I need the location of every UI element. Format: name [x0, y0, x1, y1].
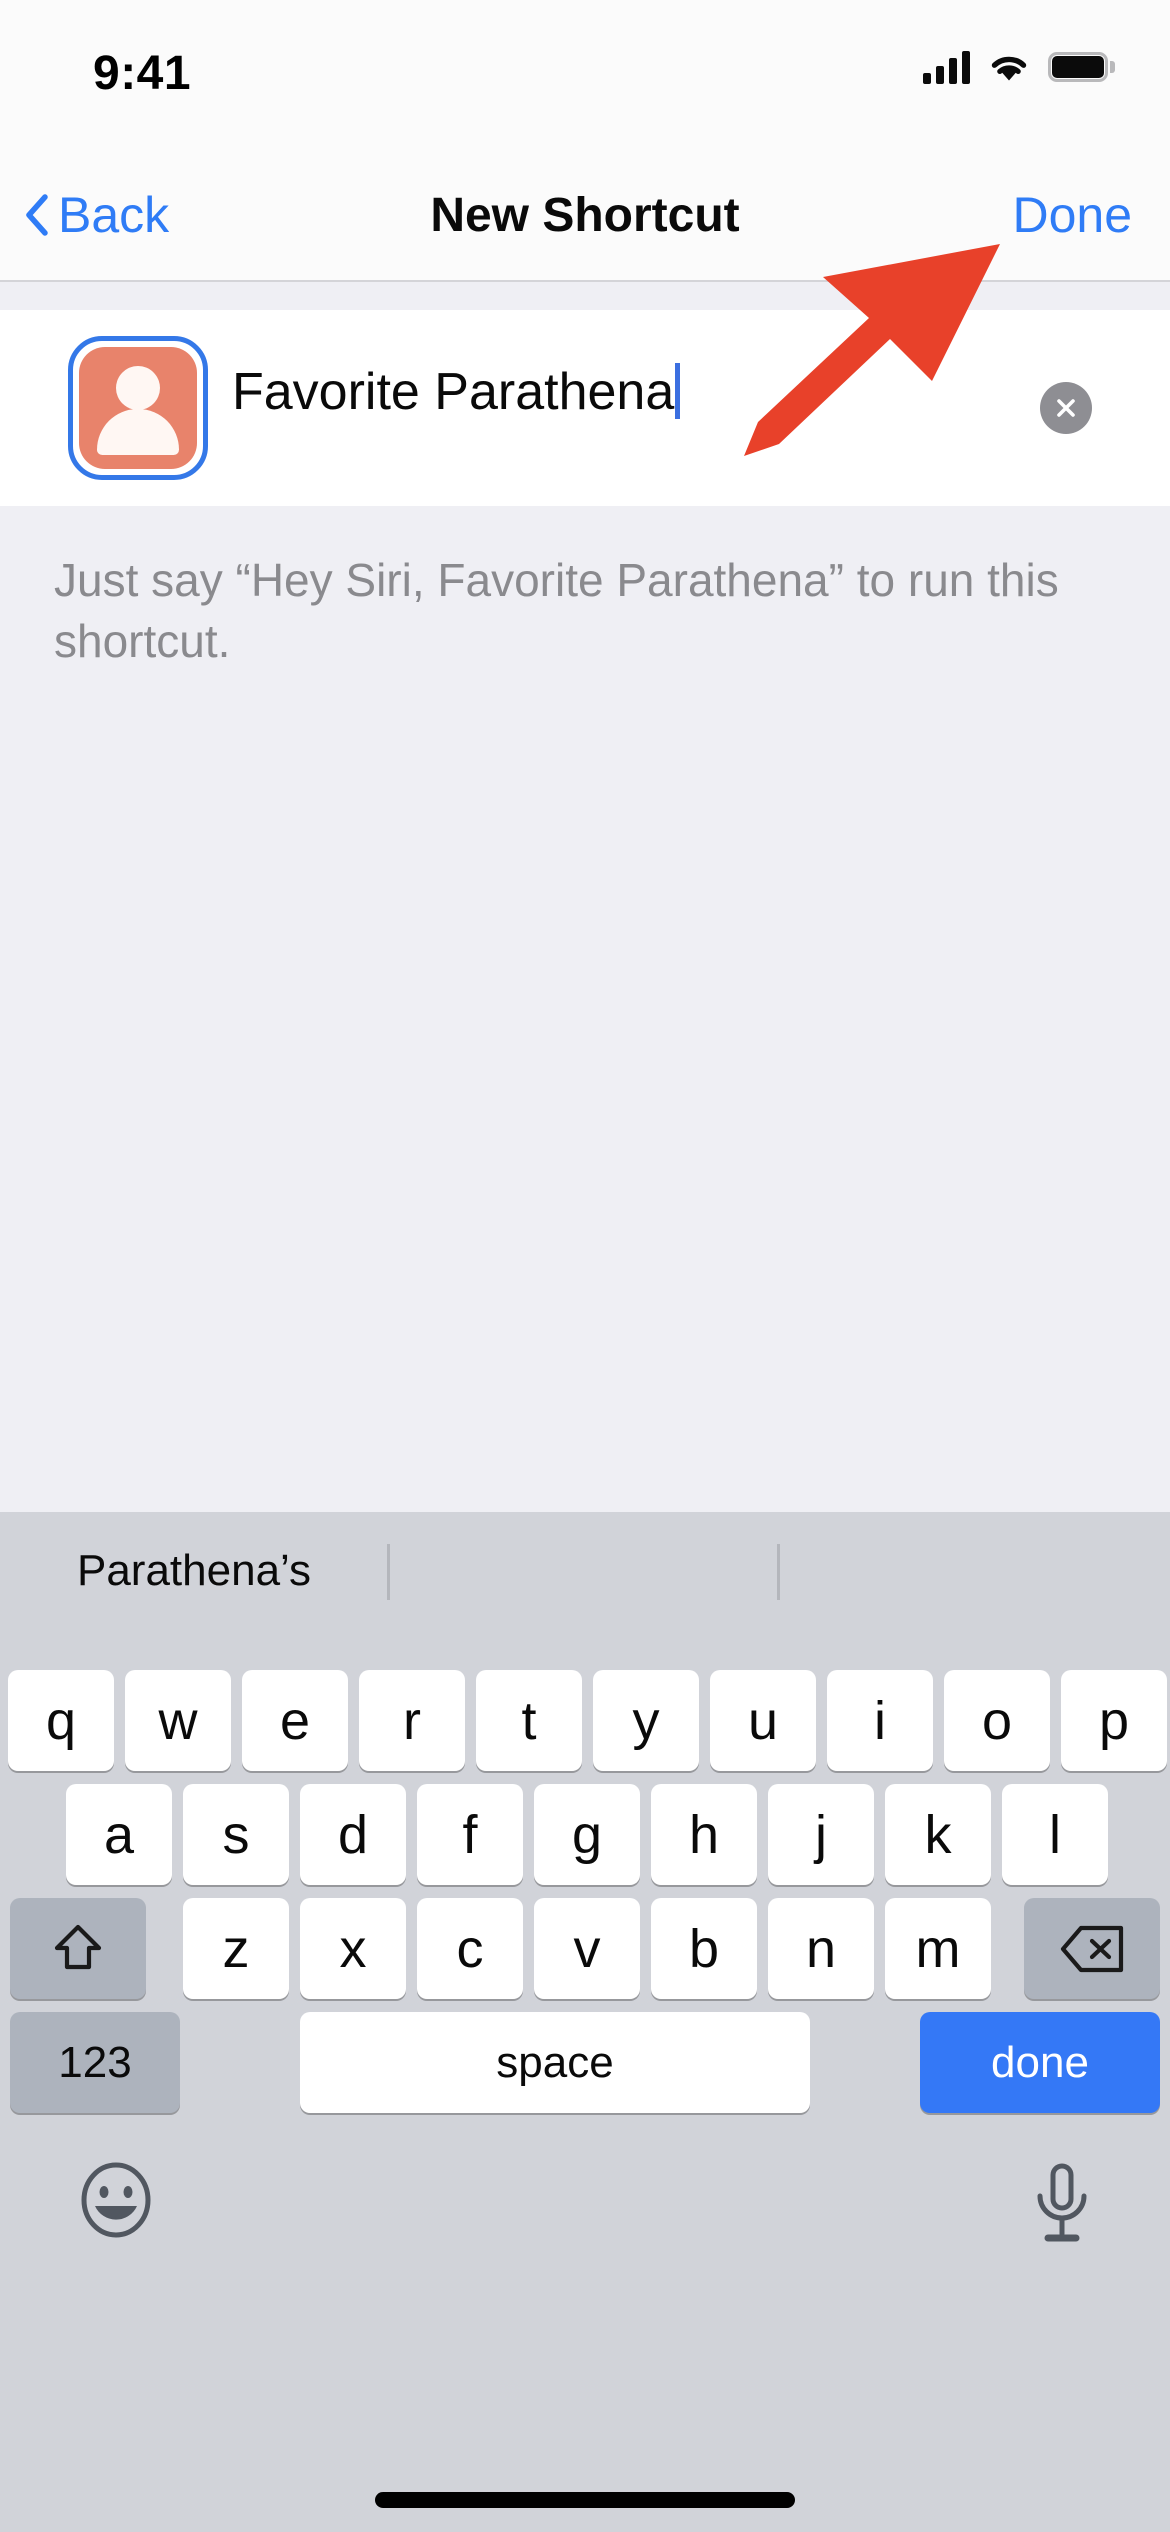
key-a[interactable]: a: [66, 1784, 172, 1885]
key-u[interactable]: u: [710, 1670, 816, 1771]
key-q[interactable]: q: [8, 1670, 114, 1771]
keyboard-row-1: qwertyuiop: [0, 1670, 1170, 1771]
prediction-item-0[interactable]: Parathena’s: [0, 1512, 388, 1630]
key-x[interactable]: x: [300, 1898, 406, 1999]
shortcut-icon-button[interactable]: [68, 336, 208, 480]
key-r[interactable]: r: [359, 1670, 465, 1771]
section-gap: [0, 282, 1170, 310]
backspace-delete-icon: [1060, 1925, 1124, 1972]
prediction-item-2[interactable]: [778, 1512, 1170, 1630]
text-cursor: [675, 363, 681, 419]
shortcut-name-value: Favorite Parathena: [232, 363, 675, 421]
prediction-divider: [777, 1544, 780, 1600]
microphone-icon[interactable]: [1032, 2162, 1092, 2244]
status-bar-time: 9:41: [93, 47, 192, 100]
keyboard-bottom-bar: [0, 2152, 1170, 2292]
prediction-item-1[interactable]: [388, 1512, 778, 1630]
key-o[interactable]: o: [944, 1670, 1050, 1771]
shortcut-name-input[interactable]: Favorite Parathena: [232, 362, 681, 422]
key-y[interactable]: y: [593, 1670, 699, 1771]
keyboard-row-3: zxcvbnm: [0, 1898, 1170, 1999]
space-key[interactable]: space: [300, 2012, 810, 2113]
cellular-signal-icon: [923, 50, 970, 84]
shift-key[interactable]: [10, 1898, 146, 1999]
key-i[interactable]: i: [827, 1670, 933, 1771]
key-c[interactable]: c: [417, 1898, 523, 1999]
key-z[interactable]: z: [183, 1898, 289, 1999]
key-f[interactable]: f: [417, 1784, 523, 1885]
backspace-key[interactable]: [1024, 1898, 1160, 1999]
key-s[interactable]: s: [183, 1784, 289, 1885]
keyboard-row-4: 123 space done: [0, 2012, 1170, 2113]
keyboard-row-2: asdfghjkl: [0, 1784, 1170, 1885]
home-indicator-bar: [375, 2492, 795, 2508]
done-button[interactable]: Done: [1012, 186, 1132, 244]
emoji-smiley-icon[interactable]: [78, 2162, 154, 2238]
shortcut-name-row: Favorite Parathena: [0, 310, 1170, 506]
key-l[interactable]: l: [1002, 1784, 1108, 1885]
key-j[interactable]: j: [768, 1784, 874, 1885]
numbers-key[interactable]: 123: [10, 2012, 180, 2113]
key-p[interactable]: p: [1061, 1670, 1167, 1771]
key-v[interactable]: v: [534, 1898, 640, 1999]
siri-hint-text: Just say “Hey Siri, Favorite Parathena” …: [54, 554, 1059, 668]
prediction-divider: [387, 1544, 390, 1600]
wifi-icon: [991, 56, 1027, 81]
navigation-bar: Back New Shortcut Done: [0, 160, 1170, 282]
page-title: New Shortcut: [430, 189, 740, 242]
key-b[interactable]: b: [651, 1898, 757, 1999]
software-keyboard: Parathena’s qwertyuiop asdfghjkl zxcvbnm: [0, 1512, 1170, 2532]
key-g[interactable]: g: [534, 1784, 640, 1885]
predictive-text-bar: Parathena’s: [0, 1512, 1170, 1630]
iphone-screen: 9:41 Back New Shortcut Done Favorite Par…: [0, 0, 1170, 2532]
clear-circle-icon: [1057, 399, 1075, 417]
battery-full-icon: [1048, 52, 1115, 82]
status-bar-icons: [923, 50, 1115, 84]
key-t[interactable]: t: [476, 1670, 582, 1771]
contact-person-icon: [79, 347, 197, 469]
status-bar: 9:41: [0, 0, 1170, 160]
key-n[interactable]: n: [768, 1898, 874, 1999]
return-key[interactable]: done: [920, 2012, 1160, 2113]
shift-arrow-icon: [54, 1924, 102, 1969]
key-d[interactable]: d: [300, 1784, 406, 1885]
key-h[interactable]: h: [651, 1784, 757, 1885]
key-m[interactable]: m: [885, 1898, 991, 1999]
clear-text-button[interactable]: [1040, 382, 1092, 434]
key-w[interactable]: w: [125, 1670, 231, 1771]
key-k[interactable]: k: [885, 1784, 991, 1885]
key-e[interactable]: e: [242, 1670, 348, 1771]
